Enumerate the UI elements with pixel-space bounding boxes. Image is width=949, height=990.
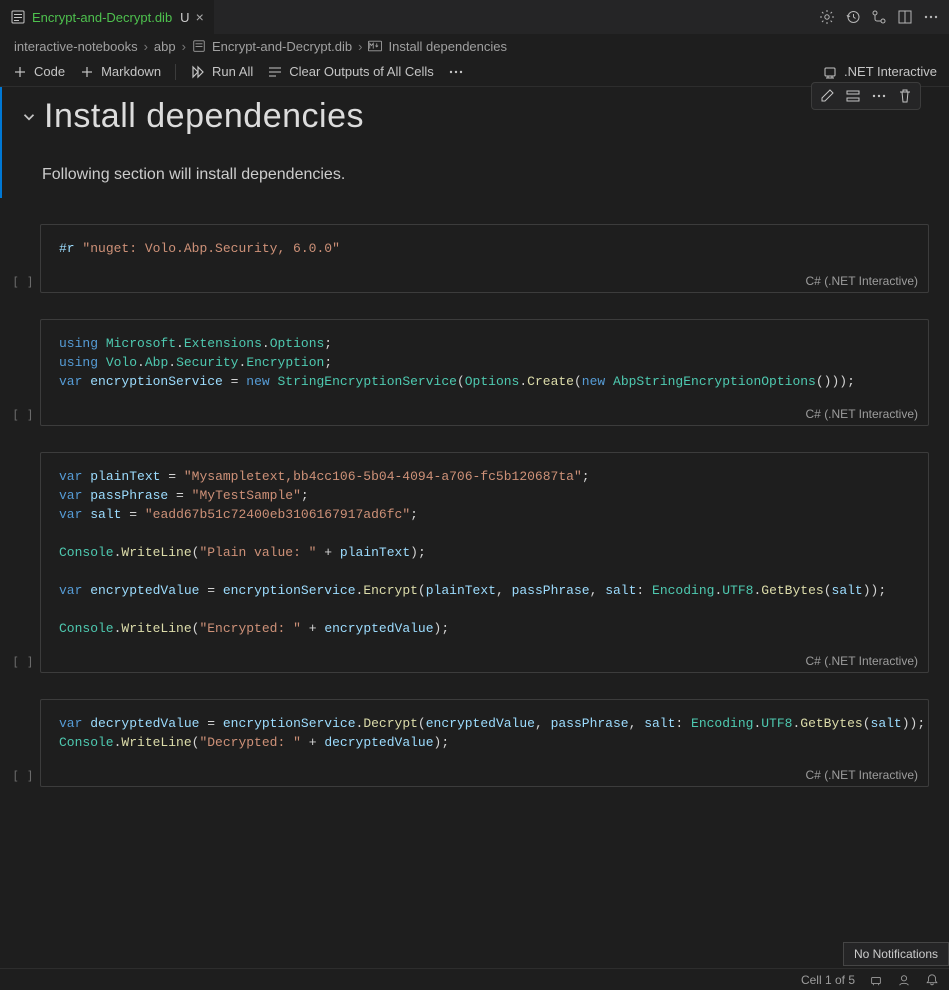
breadcrumb: interactive-notebooks › abp › Encrypt-an… [0, 35, 949, 57]
file-tab[interactable]: Encrypt-and-Decrypt.dib U × [0, 0, 215, 34]
cell-language-label[interactable]: C# (.NET Interactive) [41, 766, 928, 786]
tab-filename: Encrypt-and-Decrypt.dib [32, 10, 172, 25]
tab-modified-indicator: U [180, 10, 189, 25]
clear-outputs-label: Clear Outputs of All Cells [289, 64, 434, 79]
clear-outputs-button[interactable]: Clear Outputs of All Cells [267, 64, 434, 80]
bell-icon[interactable] [925, 973, 939, 987]
chevron-down-icon[interactable] [20, 108, 38, 126]
cell-language-label[interactable]: C# (.NET Interactive) [41, 272, 928, 292]
add-code-label: Code [34, 64, 65, 79]
kernel-status-icon[interactable] [869, 973, 883, 987]
cell-language-label[interactable]: C# (.NET Interactive) [41, 652, 928, 672]
add-markdown-button[interactable]: Markdown [79, 64, 161, 80]
execution-count: [ ] [12, 769, 34, 783]
chevron-right-icon: › [356, 39, 364, 54]
breadcrumb-part[interactable]: Install dependencies [388, 39, 507, 54]
cell-actionbar [811, 82, 921, 110]
execution-count: [ ] [12, 275, 34, 289]
tab-actions [809, 0, 949, 34]
code-editor[interactable]: var plainText = "Mysampletext,bb4cc106-5… [41, 453, 928, 652]
chevron-right-icon: › [180, 39, 188, 54]
code-editor[interactable]: var decryptedValue = encryptionService.D… [41, 700, 928, 766]
section-description: Following section will install dependenc… [42, 166, 909, 184]
notebook-toolbar: Code Markdown Run All Clear Outputs of A… [0, 57, 949, 87]
cell-more-button[interactable] [866, 85, 892, 107]
markdown-icon [368, 39, 382, 53]
notebook-body: Install dependencies Following section w… [0, 87, 949, 797]
cell-language-label[interactable]: C# (.NET Interactive) [41, 405, 928, 425]
cell-position-status[interactable]: Cell 1 of 5 [801, 973, 855, 987]
edit-cell-button[interactable] [814, 85, 840, 107]
section-title: Install dependencies [44, 97, 364, 136]
kernel-picker[interactable]: .NET Interactive [822, 64, 937, 80]
history-icon[interactable] [845, 9, 861, 25]
diff-icon[interactable] [871, 9, 887, 25]
code-cell[interactable]: [ ] var decryptedValue = encryptionServi… [0, 699, 949, 787]
status-bar: Cell 1 of 5 [0, 968, 949, 990]
editor-tabbar: Encrypt-and-Decrypt.dib U × [0, 0, 949, 35]
code-editor[interactable]: using Microsoft.Extensions.Options; usin… [41, 320, 928, 405]
delete-cell-button[interactable] [892, 85, 918, 107]
run-all-button[interactable]: Run All [190, 64, 253, 80]
kernel-label: .NET Interactive [844, 64, 937, 79]
code-cell[interactable]: [ ] var plainText = "Mysampletext,bb4cc1… [0, 452, 949, 673]
more-icon[interactable] [923, 9, 939, 25]
notebook-file-icon [10, 9, 26, 25]
code-editor[interactable]: #r "nuget: Volo.Abp.Security, 6.0.0" [41, 225, 928, 272]
split-editor-icon[interactable] [897, 9, 913, 25]
code-cell[interactable]: [ ] using Microsoft.Extensions.Options; … [0, 319, 949, 426]
code-cell[interactable]: [ ] #r "nuget: Volo.Abp.Security, 6.0.0"… [0, 224, 949, 293]
toast-text: No Notifications [854, 947, 938, 961]
breadcrumb-part[interactable]: Encrypt-and-Decrypt.dib [212, 39, 352, 54]
chevron-right-icon: › [142, 39, 150, 54]
add-markdown-label: Markdown [101, 64, 161, 79]
execution-count: [ ] [12, 408, 34, 422]
toolbar-more-button[interactable] [448, 64, 464, 80]
close-tab-icon[interactable]: × [196, 9, 204, 25]
feedback-icon[interactable] [897, 973, 911, 987]
breadcrumb-part[interactable]: interactive-notebooks [14, 39, 138, 54]
notebook-file-icon [192, 39, 206, 53]
markdown-cell[interactable]: Install dependencies Following section w… [0, 87, 949, 198]
gear-icon[interactable] [819, 9, 835, 25]
split-cell-button[interactable] [840, 85, 866, 107]
breadcrumb-part[interactable]: abp [154, 39, 176, 54]
add-code-button[interactable]: Code [12, 64, 65, 80]
run-all-label: Run All [212, 64, 253, 79]
execution-count: [ ] [12, 655, 34, 669]
notifications-toast[interactable]: No Notifications [843, 942, 949, 966]
